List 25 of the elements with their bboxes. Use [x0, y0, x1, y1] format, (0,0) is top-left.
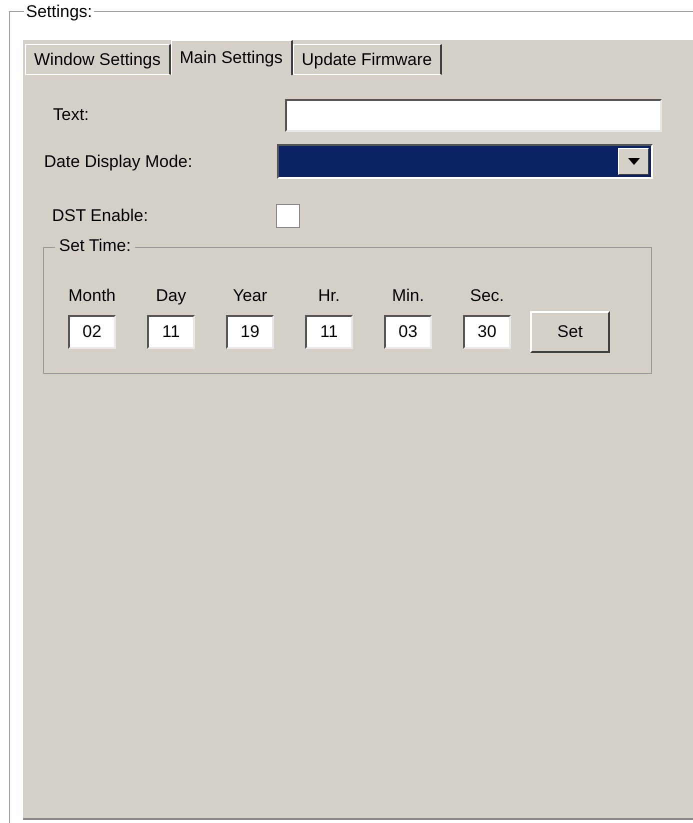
input-field[interactable]: 02 — [68, 314, 116, 348]
field-label: Sec. — [470, 285, 504, 307]
tab[interactable]: Main Settings — [170, 40, 293, 75]
caret-icon — [628, 158, 640, 165]
set-button[interactable]: Set — [530, 310, 610, 352]
checkbox-label: DST Enable: — [52, 205, 150, 228]
input-field[interactable] — [285, 98, 662, 132]
input-field[interactable]: 30 — [463, 314, 511, 348]
field-label: Text: — [53, 104, 90, 126]
input-field[interactable]: 19 — [226, 314, 274, 348]
field-label: Year — [232, 285, 268, 307]
checkbox[interactable] — [276, 204, 300, 228]
field-label: Min. — [392, 285, 424, 307]
input-field[interactable]: 11 — [305, 314, 353, 348]
field-label: Day — [156, 285, 186, 307]
dropdown[interactable] — [277, 144, 653, 179]
field-label: Date Display Mode: — [44, 150, 194, 173]
field-label: Month — [68, 285, 116, 307]
field-label: Hr. — [318, 285, 340, 307]
tab[interactable]: Window Settings — [25, 44, 171, 75]
tab[interactable]: Update Firmware — [292, 44, 442, 75]
input-field[interactable]: 11 — [147, 314, 195, 348]
input-field[interactable]: 03 — [384, 314, 432, 348]
dropdown-button[interactable] — [618, 148, 649, 175]
group-title: Settings: — [24, 2, 94, 22]
